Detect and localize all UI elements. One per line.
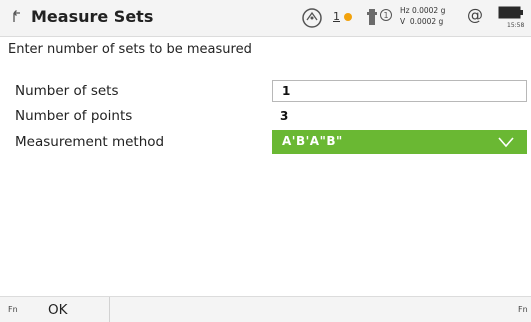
face-status-dot — [344, 13, 352, 21]
fn-key-right[interactable]: Fn — [518, 305, 528, 314]
softkey-bar: Fn OK Fn — [0, 296, 531, 322]
instruction-text: Enter number of sets to be measured — [8, 42, 252, 57]
chevron-down-icon — [498, 137, 514, 148]
fn-key-left[interactable]: Fn — [8, 305, 18, 314]
face-indicator[interactable]: 1 — [333, 10, 340, 23]
number-of-sets-value: 1 — [282, 84, 291, 98]
title-bar: Measure Sets 1 1 Hz 0.0002 g V 0.0002 g … — [0, 0, 531, 37]
number-of-points-value: 3 — [280, 109, 289, 123]
at-icon[interactable]: @ — [467, 5, 483, 24]
hz-readout: Hz 0.0002 g — [400, 6, 446, 15]
ok-button-label: OK — [48, 302, 68, 318]
page-title: Measure Sets — [31, 7, 154, 26]
number-of-points-label: Number of points — [15, 108, 133, 124]
battery-icon — [498, 6, 523, 19]
svg-text:1: 1 — [383, 11, 388, 20]
compass-icon[interactable] — [300, 6, 324, 30]
ok-button[interactable]: OK — [30, 297, 110, 322]
measurement-method-dropdown[interactable]: A'B'A"B" — [272, 130, 527, 154]
measurement-method-value: A'B'A"B" — [282, 134, 343, 148]
tilt-readout: Hz 0.0002 g V 0.0002 g — [400, 5, 445, 27]
measurement-method-label: Measurement method — [15, 134, 165, 150]
v-readout: V 0.0002 g — [400, 17, 444, 26]
back-arrow-icon[interactable] — [9, 9, 25, 25]
prism-icon[interactable]: 1 — [366, 6, 394, 30]
number-of-sets-input[interactable]: 1 — [272, 80, 527, 102]
number-of-sets-label: Number of sets — [15, 83, 119, 99]
clock-time: 15:58 — [507, 22, 525, 29]
